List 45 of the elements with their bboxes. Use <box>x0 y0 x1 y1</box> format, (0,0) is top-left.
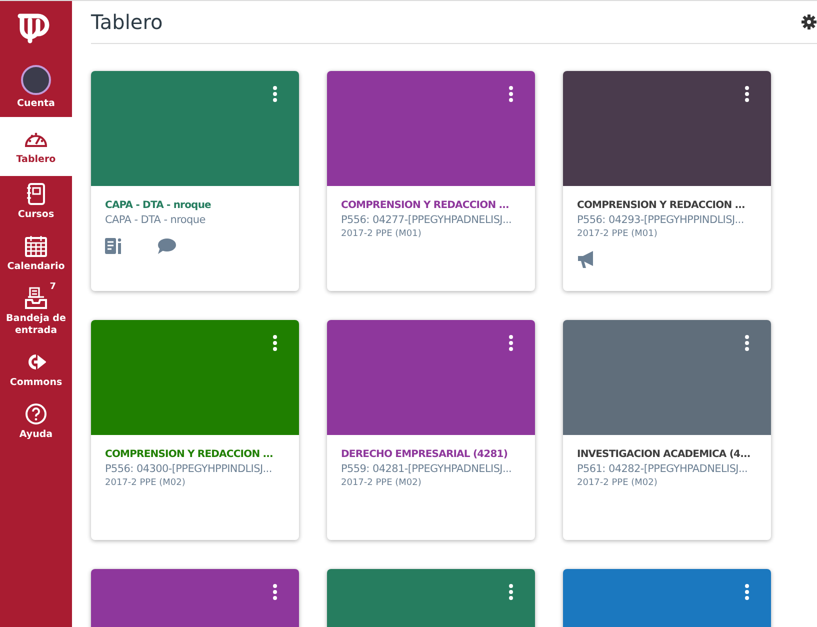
document-icon[interactable] <box>105 238 123 254</box>
more-options-icon[interactable] <box>509 86 513 102</box>
inbox-tray-icon <box>25 287 47 309</box>
more-options-icon[interactable] <box>273 86 277 102</box>
course-term: 2017-2 PPE (M02) <box>105 478 186 488</box>
more-options-icon[interactable] <box>509 335 513 351</box>
megaphone-icon[interactable] <box>577 251 596 268</box>
course-title[interactable]: COMPRENSION Y REDACCION ... <box>577 200 745 211</box>
course-title[interactable]: DERECHO EMPRESARIAL (4281) <box>341 449 508 460</box>
nav-item[interactable]: 7 Bandeja de entrada <box>0 280 72 344</box>
course-code: P556: 04300-[PPEGYHPPINDLISJ... <box>105 463 273 475</box>
course-title[interactable]: COMPRENSION Y REDACCION ... <box>341 200 509 211</box>
nav-item[interactable]: Commons <box>0 344 72 396</box>
course-term: 2017-2 PPE (M02) <box>577 478 658 488</box>
calendar-icon <box>25 235 47 257</box>
nav-item[interactable]: Calendario <box>0 228 72 280</box>
nav-item[interactable]: Cuenta <box>0 59 72 117</box>
course-term: 2017-2 PPE (M01) <box>341 229 422 239</box>
more-options-icon[interactable] <box>509 584 513 600</box>
nav-item[interactable]: Tablero <box>0 117 72 176</box>
course-term: 2017-2 PPE (M01) <box>577 229 658 239</box>
help-icon <box>25 403 47 425</box>
course-code: P556: 04277-[PPEGYHPADNELISJ... <box>341 214 513 226</box>
avatar-icon <box>21 65 51 95</box>
unread-count: 7 <box>50 282 56 292</box>
page-title: Tablero <box>91 10 163 34</box>
nav-item[interactable]: Cursos <box>0 176 72 228</box>
settings-icon[interactable] <box>801 14 817 30</box>
arrow-exit-icon <box>26 353 46 371</box>
course-code: P559: 04281-[PPEGYHPADNELISJ... <box>341 463 513 475</box>
course-code: CAPA - DTA - nroque <box>105 214 206 226</box>
notebook-icon <box>26 183 46 205</box>
nav-item[interactable]: Ayuda <box>0 396 72 448</box>
course-title[interactable]: INVESTIGACION ACADEMICA (4... <box>577 449 750 460</box>
more-options-icon[interactable] <box>745 86 749 102</box>
more-options-icon[interactable] <box>273 584 277 600</box>
course-title[interactable]: COMPRENSION Y REDACCION ... <box>105 449 273 460</box>
course-code: P556: 04293-[PPEGYHPPINDLISJ... <box>577 214 745 226</box>
course-code: P561: 04282-[PPEGYHPADNELISJ... <box>577 463 749 475</box>
course-term: 2017-2 PPE (M02) <box>341 478 422 488</box>
course-title[interactable]: CAPA - DTA - nroque <box>105 200 211 211</box>
more-options-icon[interactable] <box>745 335 749 351</box>
more-options-icon[interactable] <box>745 584 749 600</box>
speech-bubble-icon[interactable] <box>157 238 176 254</box>
more-options-icon[interactable] <box>273 335 277 351</box>
